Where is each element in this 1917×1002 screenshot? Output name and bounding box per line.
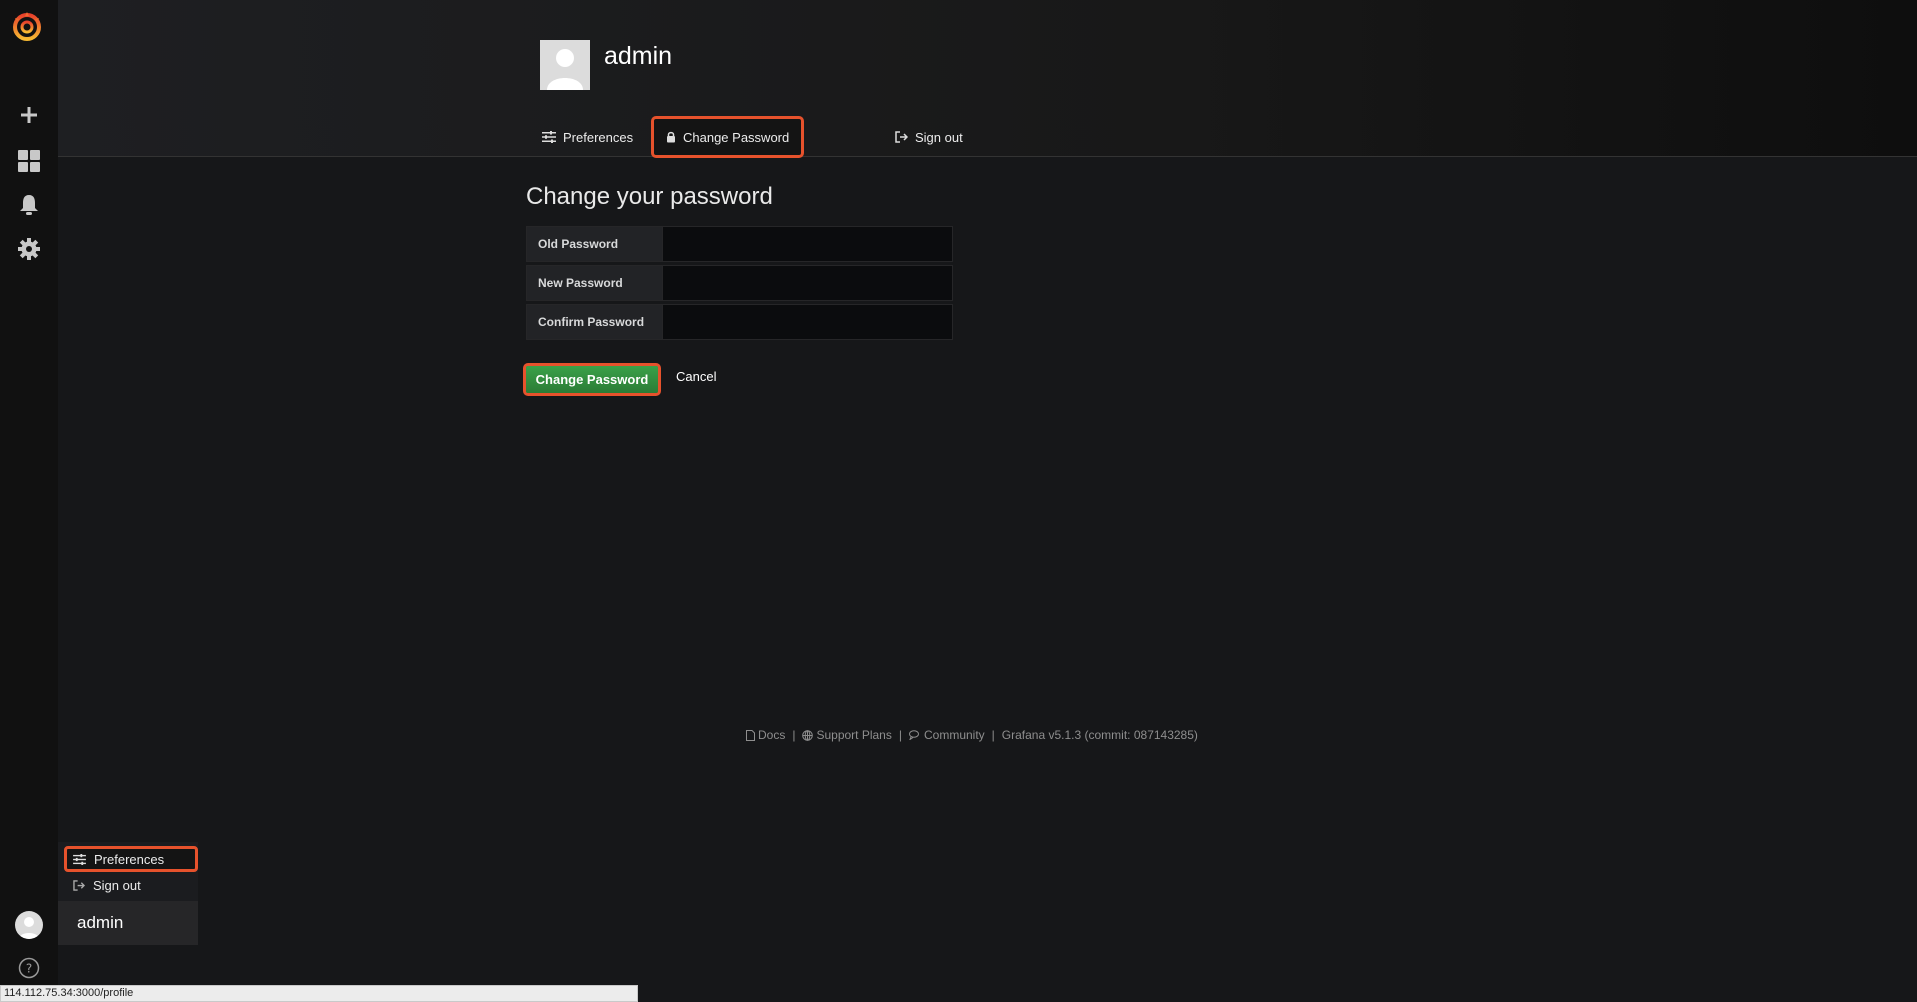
community-link[interactable]: Community [908, 728, 985, 742]
community-label: Community [923, 728, 985, 742]
tab-label: Sign out [915, 129, 963, 145]
profile-menu-user[interactable]: admin [58, 901, 198, 945]
plus-icon[interactable] [14, 100, 44, 130]
footer-separator: | [898, 728, 902, 742]
confirm-password-label: Confirm Password [526, 304, 663, 340]
tab-change-password[interactable]: Change Password [651, 116, 805, 158]
avatar[interactable] [15, 911, 43, 939]
old-password-label: Old Password [526, 226, 663, 262]
footer-separator: | [991, 728, 995, 742]
new-password-label: New Password [526, 265, 663, 301]
menu-item-label: Preferences [94, 851, 165, 867]
page-title: admin [604, 42, 673, 70]
tab-label: Preferences [563, 129, 634, 145]
user-name: admin [77, 913, 124, 932]
comments-icon [908, 730, 919, 740]
new-password-field[interactable] [663, 265, 953, 301]
menu-item-label: Sign out [93, 877, 141, 893]
confirm-password-row: Confirm Password [526, 304, 953, 340]
svg-text:?: ? [26, 962, 32, 976]
gear-icon[interactable] [14, 234, 44, 264]
new-password-row: New Password [526, 265, 953, 301]
bell-icon[interactable] [14, 190, 44, 220]
change-password-button-label: Change Password [526, 366, 658, 393]
old-password-row: Old Password [526, 226, 953, 262]
old-password-field[interactable] [663, 226, 953, 262]
docs-link[interactable]: Docs [746, 728, 785, 742]
menu-item-sign-out[interactable]: Sign out [64, 872, 198, 898]
sliders-icon [73, 853, 86, 865]
docs-label: Docs [758, 728, 786, 742]
tab-sign-out[interactable]: Sign out [895, 117, 963, 157]
sidebar: ? [0, 0, 58, 1002]
page-header: admin Preferences Change Password Sign o… [58, 0, 1917, 158]
sign-out-icon [895, 131, 908, 143]
version-text: Grafana v5.1.3 (commit: 087143285) [1001, 728, 1198, 742]
avatar [540, 40, 590, 90]
grid-icon[interactable] [14, 146, 44, 176]
section-title: Change your password [526, 183, 773, 210]
tab-label: Change Password [683, 129, 790, 145]
grafana-logo-icon[interactable] [9, 8, 49, 48]
globe-icon [802, 729, 814, 741]
change-password-button[interactable]: Change Password [523, 363, 661, 396]
help-icon[interactable]: ? [14, 953, 44, 983]
footer-separator: | [792, 728, 796, 742]
profile-menu: Preferences Sign out admin [58, 842, 198, 945]
sign-out-icon [73, 879, 85, 891]
sliders-icon [542, 131, 556, 143]
status-bar-url: 114.112.75.34:3000/profile [0, 985, 638, 1002]
lock-icon [667, 131, 675, 143]
confirm-password-field[interactable] [663, 304, 953, 340]
cancel-button[interactable]: Cancel [676, 369, 716, 384]
support-plans-label: Support Plans [816, 728, 892, 742]
document-icon [746, 729, 755, 741]
footer: Docs | Support Plans | Community | Grafa… [746, 728, 1198, 742]
tab-preferences[interactable]: Preferences [542, 117, 633, 157]
menu-item-preferences[interactable]: Preferences [64, 846, 198, 872]
support-plans-link[interactable]: Support Plans [802, 728, 892, 742]
